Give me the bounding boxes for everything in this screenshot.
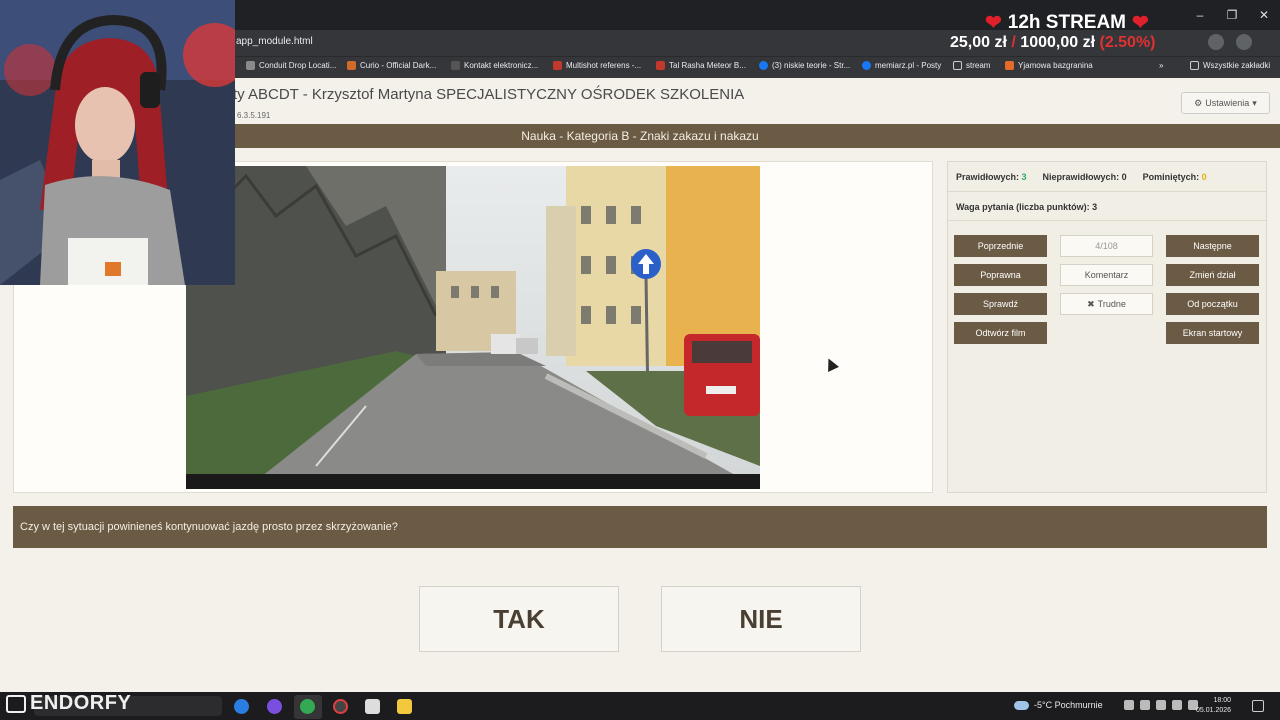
folder-icon[interactable]: [397, 699, 412, 714]
minimize-button[interactable]: –: [1184, 0, 1216, 30]
question-video[interactable]: [186, 166, 760, 489]
caret-down-icon: ▾: [1252, 97, 1257, 108]
browser-edge-icon[interactable]: [234, 699, 249, 714]
clock[interactable]: 18:00 05.01.2026: [1196, 696, 1231, 716]
answer-no-button[interactable]: NIE: [661, 586, 861, 652]
bookmark-item[interactable]: Kontakt elektronicz...: [451, 61, 538, 70]
heart-icon: ❤: [985, 12, 1002, 34]
folder-icon: [953, 61, 962, 70]
bookmark-icon: [656, 61, 665, 70]
network-icon[interactable]: [1156, 700, 1166, 710]
divider: [948, 191, 1266, 192]
bookmark-icon: [451, 61, 460, 70]
bookmark-item[interactable]: Tal Rasha Meteor B...: [656, 61, 746, 70]
stat-skipped: Pominiętych: 0: [1142, 172, 1207, 182]
bookmark-folder[interactable]: stream: [953, 61, 990, 70]
close-icon: ✖: [1087, 298, 1095, 309]
brand-logo-icon: [6, 694, 26, 713]
webcam-overlay: [0, 0, 235, 285]
chevron-up-icon[interactable]: [1124, 700, 1134, 710]
info-panel: Prawidłowych: 3 Nieprawidłowych: 0 Pomin…: [947, 161, 1267, 493]
divider: [948, 220, 1266, 221]
bookmark-item[interactable]: Multishot referens -...: [553, 61, 641, 70]
bookmark-icon: [1005, 61, 1014, 70]
next-button[interactable]: Następne: [1166, 235, 1259, 257]
bookmark-icon: [246, 61, 255, 70]
cloud-icon: [1014, 700, 1029, 710]
heart-icon: ❤: [1132, 12, 1149, 34]
question-text: Czy w tej sytuacji powinieneś kontynuowa…: [13, 506, 1267, 548]
weather-widget[interactable]: -5°C Pochmurnie: [1014, 700, 1103, 710]
facebook-icon: [759, 61, 768, 70]
app-icon[interactable]: [267, 699, 282, 714]
start-screen-button[interactable]: Ekran startowy: [1166, 322, 1259, 344]
all-bookmarks[interactable]: Wszystkie zakładki: [1190, 61, 1270, 70]
settings-button[interactable]: ⚙ Ustawienia ▾: [1181, 92, 1270, 114]
question-weight: Waga pytania (liczba punktów): 3: [956, 202, 1098, 212]
version-label: 6.3.5.191: [237, 111, 271, 120]
microphone-icon[interactable]: [1140, 700, 1150, 710]
brand-watermark: ENDORFY: [6, 692, 131, 715]
webcam-feed: [0, 0, 235, 285]
profile-icon[interactable]: [1236, 34, 1252, 50]
stream-title: ❤ 12h STREAM ❤: [985, 11, 1149, 35]
change-section-button[interactable]: Zmień dział: [1166, 264, 1259, 286]
close-button[interactable]: ✕: [1248, 0, 1280, 30]
answer-stats: Prawidłowych: 3 Nieprawidłowych: 0 Pomin…: [956, 172, 1207, 182]
from-start-button[interactable]: Od początku: [1166, 293, 1259, 315]
address-bar-icons: [1208, 34, 1252, 50]
comment-button[interactable]: Komentarz: [1060, 264, 1153, 286]
correct-answer-button[interactable]: Poprawna: [954, 264, 1047, 286]
previous-button[interactable]: Poprzednie: [954, 235, 1047, 257]
check-button[interactable]: Sprawdź: [954, 293, 1047, 315]
volume-icon[interactable]: [1172, 700, 1182, 710]
chrome-icon[interactable]: [300, 699, 315, 714]
restore-button[interactable]: ❐: [1216, 0, 1248, 30]
donation-goal: 25,00 zł / 1000,00 zł (2.50%): [950, 34, 1156, 51]
gear-icon: ⚙: [1194, 97, 1203, 108]
stat-incorrect: Nieprawidłowych: 0: [1042, 172, 1127, 182]
page-title: ty ABCDT - Krzysztof Martyna SPECJALISTY…: [233, 86, 745, 103]
obs-icon[interactable]: [333, 699, 348, 714]
extension-icon[interactable]: [1208, 34, 1224, 50]
play-video-button[interactable]: Odtwórz film: [954, 322, 1047, 344]
folder-icon: [1190, 61, 1199, 70]
bookmark-item[interactable]: Curio - Official Dark...: [347, 61, 436, 70]
system-tray: [1124, 700, 1198, 710]
video-frame: [186, 166, 760, 489]
bookmark-item[interactable]: (3) niskie teorie - Str...: [759, 61, 850, 70]
bookmark-icon: [553, 61, 562, 70]
facebook-icon: [862, 61, 871, 70]
bookmark-item[interactable]: Yjamowa bazgranina: [1005, 61, 1093, 70]
question-counter: 4/108: [1060, 235, 1153, 257]
notifications-icon[interactable]: [1252, 700, 1264, 712]
answer-yes-button[interactable]: TAK: [419, 586, 619, 652]
bookmarks-overflow-icon[interactable]: »: [1159, 61, 1163, 70]
bookmark-item[interactable]: memiarz.pl - Posty: [862, 61, 941, 70]
bookmark-item[interactable]: Conduit Drop Locati...: [246, 61, 336, 70]
bookmark-icon: [347, 61, 356, 70]
window-controls: – ❐ ✕: [1184, 0, 1280, 30]
url-text[interactable]: app_module.html: [236, 36, 313, 47]
notes-icon[interactable]: [365, 699, 380, 714]
stat-correct: Prawidłowych: 3: [956, 172, 1027, 182]
difficult-button[interactable]: ✖ Trudne: [1060, 293, 1153, 315]
taskbar: ENDORFY -5°C Pochmurnie 18:00 05.01.2026: [0, 692, 1280, 720]
